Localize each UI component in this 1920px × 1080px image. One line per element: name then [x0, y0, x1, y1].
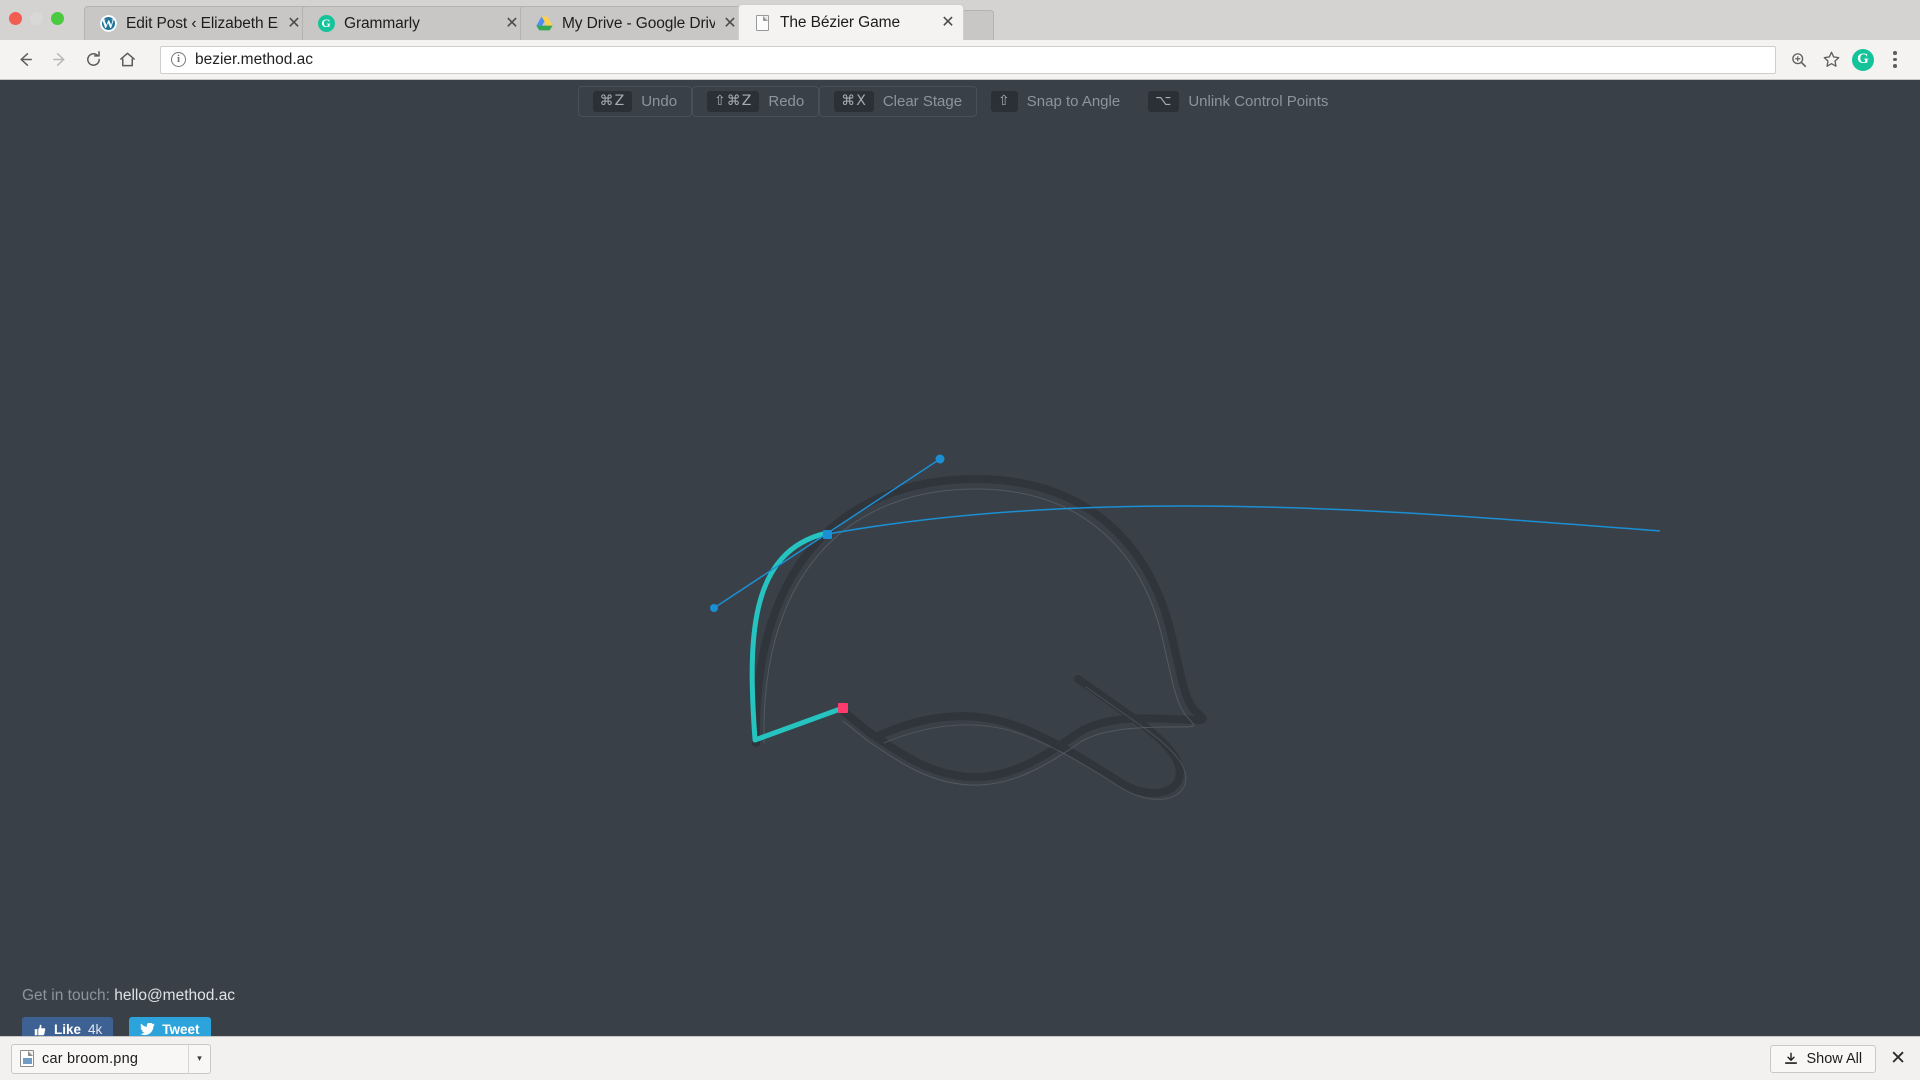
- document-icon: [753, 14, 771, 32]
- tab-close-icon[interactable]: ✕: [939, 12, 957, 32]
- forward-icon[interactable]: [44, 45, 74, 75]
- twitter-bird-icon: [140, 1023, 156, 1036]
- download-file-name: car broom.png: [42, 1050, 139, 1067]
- zoom-indicator-icon[interactable]: [1784, 45, 1814, 75]
- thumbs-up-icon: [34, 1024, 46, 1035]
- get-in-touch-label: Get in touch:: [22, 987, 110, 1004]
- image-file-icon: [12, 1045, 42, 1073]
- tab-google-drive[interactable]: My Drive - Google Drive ✕: [520, 6, 746, 40]
- minimize-window-button[interactable]: [30, 12, 43, 25]
- omnibox-actions: G: [1784, 45, 1910, 75]
- target-shape: [751, 474, 1207, 800]
- chevron-down-icon[interactable]: ▾: [188, 1044, 210, 1073]
- tab-close-icon[interactable]: ✕: [721, 13, 739, 33]
- control-point-out[interactable]: [935, 454, 945, 464]
- tab-bezier-game[interactable]: The Bézier Game ✕: [738, 4, 964, 40]
- home-icon[interactable]: [112, 45, 142, 75]
- handle-line-out[interactable]: [827, 505, 1661, 535]
- window-traffic-lights: [9, 12, 64, 25]
- control-handles[interactable]: [713, 458, 1661, 609]
- drawing-stage[interactable]: [0, 81, 1920, 1080]
- reload-icon[interactable]: [78, 45, 108, 75]
- bookmark-star-icon[interactable]: [1816, 45, 1846, 75]
- contact-email-link[interactable]: hello@method.ac: [114, 987, 235, 1004]
- tab-grammarly[interactable]: G Grammarly ✕: [302, 6, 528, 40]
- grammarly-icon: G: [317, 15, 335, 33]
- info-circle-icon[interactable]: i: [171, 52, 186, 67]
- page-footer: Get in touch: hello@method.ac Like 4k Tw…: [22, 987, 235, 1042]
- bezier-canvas[interactable]: [0, 81, 1920, 1080]
- start-anchor-point[interactable]: [838, 703, 848, 713]
- address-bar[interactable]: i bezier.method.ac: [160, 45, 1776, 74]
- get-in-touch: Get in touch: hello@method.ac: [22, 987, 235, 1005]
- download-shelf: car broom.png ▾ Show All ✕: [0, 1036, 1920, 1080]
- tab-close-icon[interactable]: ✕: [285, 13, 303, 33]
- navigation-bar: i bezier.method.ac G: [0, 40, 1920, 80]
- download-item[interactable]: car broom.png ▾: [11, 1043, 211, 1074]
- download-icon: [1785, 1052, 1798, 1064]
- twitter-tweet-label: Tweet: [162, 1022, 200, 1037]
- address-bar-value: bezier.method.ac: [195, 50, 314, 68]
- wordpress-icon: W: [99, 15, 117, 32]
- show-all-label: Show All: [1806, 1050, 1863, 1067]
- close-shelf-icon[interactable]: ✕: [1890, 1049, 1906, 1068]
- control-point-in[interactable]: [710, 604, 718, 612]
- zoom-window-button[interactable]: [51, 12, 64, 25]
- facebook-like-label: Like: [54, 1022, 82, 1037]
- google-drive-icon: [535, 15, 553, 33]
- tab-title: Grammarly: [344, 14, 420, 32]
- tab-close-icon[interactable]: ✕: [503, 13, 521, 33]
- browser-window: W Edit Post ‹ Elizabeth Emsley — ✕ G Gra…: [0, 0, 1920, 1080]
- tab-strip: W Edit Post ‹ Elizabeth Emsley — ✕ G Gra…: [0, 0, 1920, 40]
- kebab-menu-icon[interactable]: [1880, 45, 1910, 75]
- tab-title: Edit Post ‹ Elizabeth Emsley —: [126, 14, 279, 32]
- close-window-button[interactable]: [9, 12, 22, 25]
- download-shelf-actions: Show All ✕: [1770, 1044, 1912, 1073]
- back-icon[interactable]: [10, 45, 40, 75]
- tab-title: The Bézier Game: [780, 13, 900, 31]
- tab-edit-post[interactable]: W Edit Post ‹ Elizabeth Emsley — ✕: [84, 6, 310, 40]
- show-all-downloads-button[interactable]: Show All: [1770, 1044, 1877, 1073]
- grammarly-extension-icon[interactable]: G: [1848, 45, 1878, 75]
- tab-title: My Drive - Google Drive: [562, 14, 715, 32]
- tab-list: W Edit Post ‹ Elizabeth Emsley — ✕ G Gra…: [84, 0, 994, 40]
- active-anchor-point[interactable]: [823, 530, 832, 539]
- facebook-like-count: 4k: [88, 1022, 103, 1037]
- bezier-game-page: ⌘Z Undo ⇧⌘Z Redo ⌘X Clear Stage ⇧ Snap t…: [0, 81, 1920, 1080]
